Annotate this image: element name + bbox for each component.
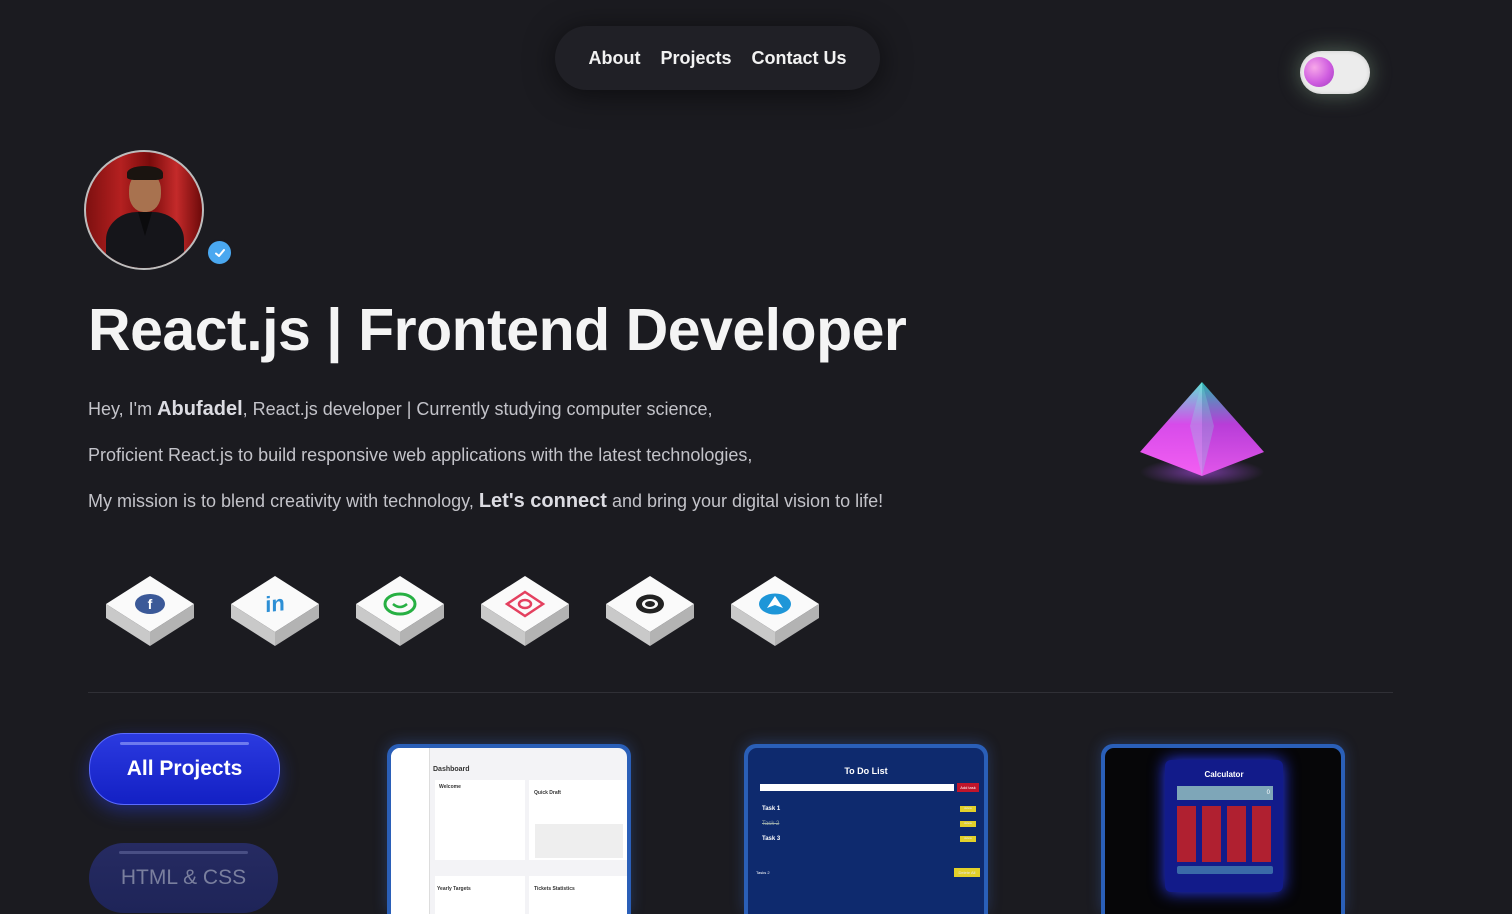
theme-toggle[interactable]	[1300, 51, 1370, 94]
nav-contact-link[interactable]: Contact Us	[752, 48, 847, 69]
intro-name: Abufadel	[157, 398, 243, 420]
instagram-link[interactable]	[480, 574, 571, 648]
preview-todo-title: To Do List	[844, 766, 888, 776]
all-projects-button[interactable]: All Projects	[89, 733, 280, 805]
avatar	[84, 150, 204, 270]
preview-delete-all: Delete All	[954, 868, 980, 877]
whatsapp-link[interactable]	[355, 574, 446, 648]
dashboard-preview: Dashboard Welcome Quick Draft Yearly Tar…	[391, 748, 627, 914]
preview-panel	[435, 780, 525, 860]
preview-welcome: Welcome	[439, 784, 461, 790]
intro-line-1: Hey, I'm Abufadel, React.js developer | …	[88, 398, 713, 421]
intro-text: , React.js developer | Currently studyin…	[242, 399, 713, 419]
project-card-calculator[interactable]: Calculator 0	[1101, 744, 1345, 914]
avatar-hair	[127, 166, 163, 180]
github-link[interactable]	[605, 574, 696, 648]
preview-calc-title: Calculator	[1204, 770, 1244, 779]
telegram-link[interactable]	[730, 574, 821, 648]
nav-projects-link[interactable]: Projects	[660, 48, 731, 69]
intro-line-3: My mission is to blend creativity with t…	[88, 490, 883, 513]
preview-panel	[435, 876, 525, 914]
preview-task: Task 3	[762, 836, 781, 842]
preview-sidebar	[391, 748, 430, 914]
intro-connect: Let's connect	[478, 490, 607, 512]
project-card-todo[interactable]: To Do List Add task Task 1 Task 2 Task 3…	[744, 744, 988, 914]
section-divider	[88, 692, 1393, 693]
preview-calc-display: 0	[1177, 786, 1273, 800]
preview-task: Task 2	[762, 821, 780, 827]
preview-quick-draft: Quick Draft	[534, 790, 561, 796]
preview-yearly: Yearly Targets	[437, 886, 471, 892]
facebook-link[interactable]: f	[105, 574, 196, 648]
pyramid-graphic	[1140, 382, 1264, 486]
html-css-filter-button[interactable]: HTML & CSS	[89, 843, 278, 913]
preview-task-count: Tasks 2	[756, 870, 770, 875]
social-links: f in	[105, 574, 821, 648]
preview-tickets: Tickets Statistics	[534, 886, 575, 892]
intro-text: Hey, I'm	[88, 399, 158, 419]
linkedin-icon: in	[265, 590, 285, 617]
preview-dashboard-title: Dashboard	[433, 766, 470, 773]
preview-calc-keys	[1177, 806, 1273, 862]
svg-text:f: f	[148, 596, 153, 612]
preview-add-button: Add task	[957, 783, 979, 792]
nav-about-link[interactable]: About	[588, 48, 640, 69]
linkedin-link[interactable]: in	[230, 574, 321, 648]
preview-task-input	[760, 784, 954, 791]
intro-line-2: Proficient React.js to build responsive …	[88, 445, 753, 465]
preview-calc-button	[1177, 866, 1273, 874]
project-card-dashboard[interactable]: Dashboard Welcome Quick Draft Yearly Tar…	[387, 744, 631, 914]
preview-task: Task 1	[762, 806, 781, 812]
preview-textarea	[535, 824, 623, 858]
todo-preview: To Do List Add task Task 1 Task 2 Task 3…	[748, 748, 984, 914]
preview-delete: delete	[960, 821, 976, 827]
page-title: React.js | Frontend Developer	[88, 297, 907, 363]
intro-text: and bring your digital vision to life!	[606, 491, 884, 511]
verified-badge-icon	[206, 239, 233, 266]
intro-text: My mission is to blend creativity with t…	[88, 491, 479, 511]
main-nav: About Projects Contact Us	[555, 26, 880, 90]
preview-delete: delete	[960, 806, 976, 812]
toggle-knob	[1304, 57, 1334, 87]
calculator-preview: Calculator 0	[1105, 748, 1341, 914]
preview-delete: delete	[960, 836, 976, 842]
preview-panel	[529, 876, 627, 914]
